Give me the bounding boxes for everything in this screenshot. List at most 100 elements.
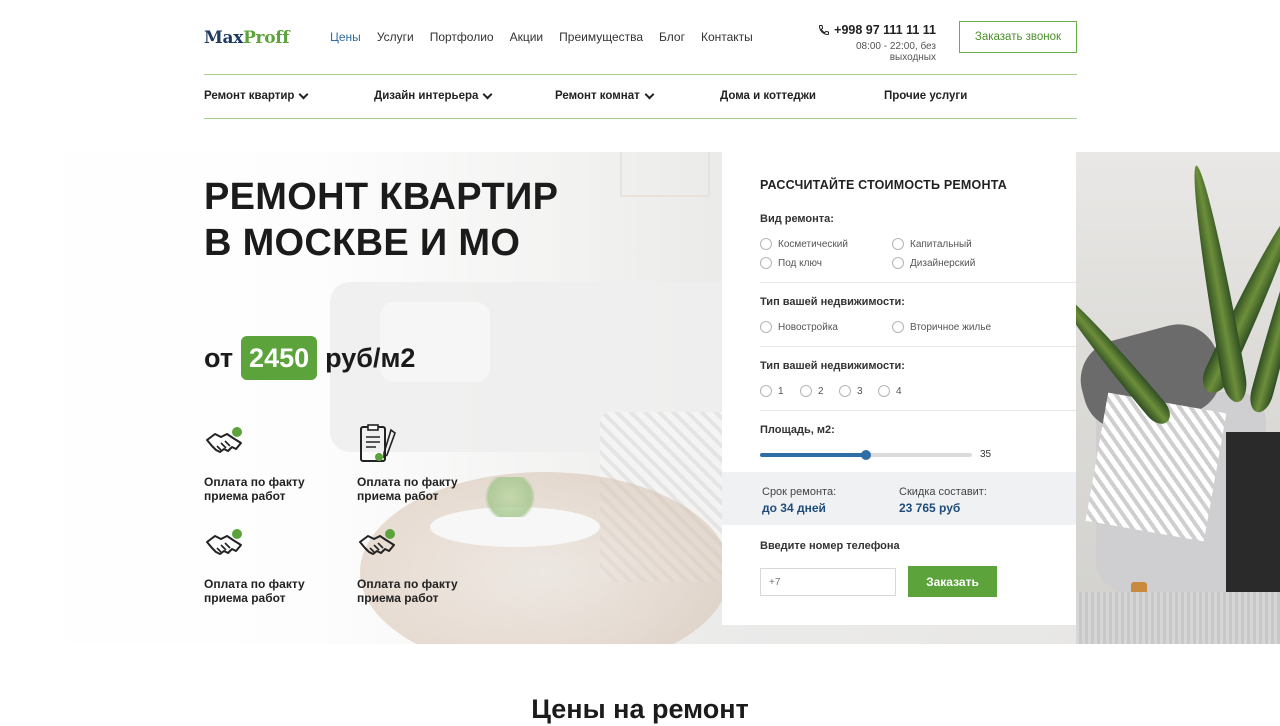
logo[interactable]: MaxProff (204, 28, 290, 48)
nav-blog[interactable]: Блог (659, 30, 685, 44)
phone-input[interactable] (760, 568, 896, 596)
hero-title: РЕМОНТ КВАРТИР В МОСКВЕ И МО (204, 174, 558, 266)
radio-circle[interactable] (760, 321, 772, 333)
calculator-title: РАССЧИТАЙТЕ СТОИМОСТЬ РЕМОНТА (760, 178, 1007, 192)
subnav-label: Прочие услуги (884, 90, 968, 102)
radio-label: Косметический (778, 238, 848, 250)
nav-advantages[interactable]: Преимущества (559, 30, 643, 44)
slider-handle[interactable] (861, 450, 871, 460)
radio-circle[interactable] (892, 321, 904, 333)
feature-item: Оплата по факту приема работ (204, 424, 324, 503)
nav-services[interactable]: Услуги (377, 30, 414, 44)
subnav-label: Дизайн интерьера (374, 90, 479, 102)
radio-label: Новостройка (778, 321, 838, 333)
subnav-apartment-repair[interactable]: Ремонт квартир (204, 89, 309, 102)
background-picture-frame (620, 152, 710, 197)
handshake-icon (206, 427, 242, 453)
price-badge: 2450 (241, 336, 318, 380)
radio-circle[interactable] (800, 385, 812, 397)
nav-prices[interactable]: Цены (330, 30, 361, 44)
divider (760, 346, 1076, 347)
rug (1076, 592, 1280, 644)
feature-text: Оплата по факту приема работ (357, 577, 458, 605)
feature-text: Оплата по факту приема работ (357, 475, 458, 503)
radio-circle[interactable] (760, 385, 772, 397)
nav-contacts[interactable]: Контакты (701, 30, 753, 44)
cost-calculator: РАССЧИТАЙТЕ СТОИМОСТЬ РЕМОНТА Вид ремонт… (722, 152, 1076, 625)
radio-label: 3 (857, 385, 863, 397)
logo-text-part1: Max (204, 28, 244, 48)
top-header: MaxProff Цены Услуги Портфолио Акции Пре… (204, 20, 1077, 63)
radio-label: 2 (818, 385, 824, 397)
main-nav: Цены Услуги Портфолио Акции Преимущества… (330, 30, 769, 44)
subnav-room-repair[interactable]: Ремонт комнат (555, 89, 655, 102)
discount-label: Скидка составит: (899, 486, 987, 498)
feature-item: Оплата по факту приема работ (357, 424, 477, 503)
subnav-interior-design[interactable]: Дизайн интерьера (374, 89, 493, 102)
services-nav: Ремонт квартир Дизайн интерьера Ремонт к… (204, 88, 1077, 106)
term-label: Срок ремонта: (762, 486, 837, 498)
order-call-button[interactable]: Заказать звонок (959, 21, 1077, 53)
phone-field-label: Введите номер телефона (760, 540, 900, 552)
radio-circle[interactable] (760, 238, 772, 250)
contact-block: +998 97 111 11 11 08:00 - 22:00, без вых… (816, 23, 936, 63)
price-unit: руб/м2 (325, 342, 416, 373)
radio-circle[interactable] (892, 238, 904, 250)
prices-section-title: Цены на ремонт (531, 694, 749, 724)
radio-new-building[interactable]: Новостройка (760, 321, 838, 333)
radio-designer[interactable]: Дизайнерский (892, 257, 975, 269)
radio-label: Под ключ (778, 257, 822, 269)
radio-rooms-3[interactable]: 3 (839, 385, 863, 397)
chevron-down-icon (644, 89, 655, 99)
handshake-icon (206, 529, 242, 555)
header-divider-bottom (204, 118, 1077, 119)
interior-photo (1076, 152, 1280, 644)
order-button[interactable]: Заказать (908, 566, 997, 597)
radio-circle[interactable] (760, 257, 772, 269)
area-slider[interactable] (760, 450, 972, 460)
nav-promotions[interactable]: Акции (510, 30, 544, 44)
radio-circle[interactable] (878, 385, 890, 397)
radio-label: Капитальный (910, 238, 972, 250)
header-divider-top (204, 74, 1077, 75)
radio-circle[interactable] (892, 257, 904, 269)
subnav-label: Ремонт комнат (555, 90, 640, 102)
radio-rooms-4[interactable]: 4 (878, 385, 902, 397)
feature-item: Оплата по факту приема работ (357, 526, 477, 605)
property-type-label: Тип вашей недвижимости: (760, 296, 905, 308)
price-prefix: от (204, 342, 234, 373)
radio-secondary[interactable]: Вторичное жилье (892, 321, 991, 333)
chevron-down-icon (299, 89, 309, 99)
hero-section: РЕМОНТ КВАРТИР В МОСКВЕ И МО от 2450 руб… (0, 152, 1280, 644)
radio-capital[interactable]: Капитальный (892, 238, 972, 250)
slider-fill (760, 453, 866, 457)
radio-turnkey[interactable]: Под ключ (760, 257, 822, 269)
rooms-label: Тип вашей недвижимости: (760, 360, 905, 372)
phone-line[interactable]: +998 97 111 11 11 (816, 23, 936, 37)
hero-title-line2: В МОСКВЕ И МО (204, 222, 521, 264)
radio-label: Вторичное жилье (910, 321, 992, 333)
subnav-other-services[interactable]: Прочие услуги (884, 90, 967, 102)
subnav-label: Ремонт квартир (204, 90, 295, 102)
radio-rooms-1[interactable]: 1 (760, 385, 784, 397)
hero-title-line1: РЕМОНТ КВАРТИР (204, 176, 559, 218)
price-line: от 2450 руб/м2 (204, 336, 415, 380)
chevron-down-icon (482, 89, 493, 99)
discount-value: 23 765 руб (899, 501, 961, 515)
radio-rooms-2[interactable]: 2 (800, 385, 824, 397)
term-value: до 34 дней (762, 501, 826, 515)
logo-text-part2: Proff (243, 28, 290, 48)
radio-label: Дизайнерский (910, 257, 976, 269)
subnav-label: Дома и коттеджи (720, 90, 816, 102)
radio-circle[interactable] (839, 385, 851, 397)
radio-label: 1 (778, 385, 784, 397)
radio-cosmetic[interactable]: Косметический (760, 238, 848, 250)
feature-text: Оплата по факту приема работ (204, 475, 305, 503)
nav-portfolio[interactable]: Портфолио (430, 30, 494, 44)
feature-text: Оплата по факту приема работ (204, 577, 305, 605)
contract-icon (360, 424, 396, 462)
handshake-icon (359, 529, 395, 555)
subnav-houses[interactable]: Дома и коттеджи (720, 90, 816, 102)
radio-label: 4 (896, 385, 902, 397)
repair-type-label: Вид ремонта: (760, 213, 834, 225)
